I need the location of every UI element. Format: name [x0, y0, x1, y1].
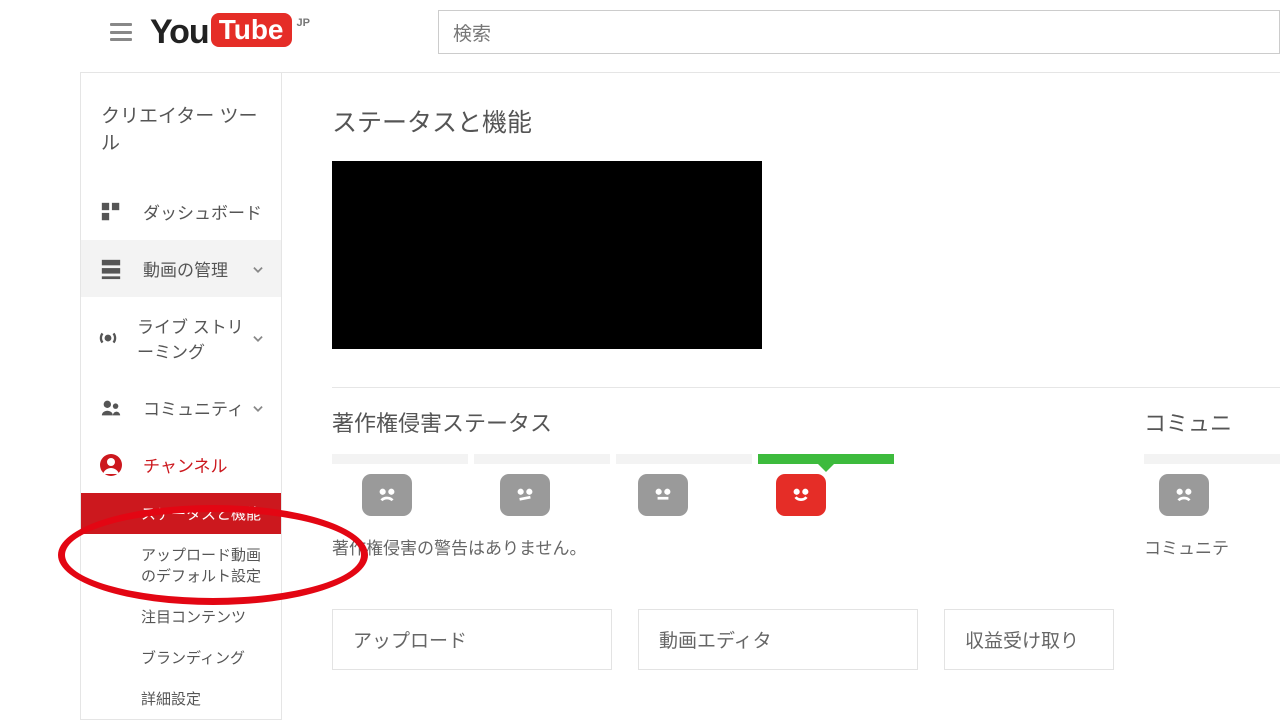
status-faces	[362, 474, 894, 516]
sidebar-item-label: コミュニティ	[143, 395, 244, 420]
community-meter	[1144, 454, 1280, 464]
copyright-meter	[332, 454, 894, 464]
feature-card-editor[interactable]: 動画エディタ	[638, 609, 918, 670]
sad-face-icon	[1159, 474, 1209, 516]
live-icon	[97, 326, 119, 350]
chevron-down-icon	[251, 331, 265, 345]
sidebar-title: クリエイター ツール	[81, 89, 281, 183]
neutral-face-icon	[638, 474, 688, 516]
search-placeholder: 検索	[453, 19, 491, 46]
logo-region: JP	[297, 17, 310, 29]
community-note: コミュニテ	[1144, 534, 1280, 559]
channel-thumbnail-redacted	[332, 161, 762, 349]
logo-tube: Tube	[211, 13, 292, 47]
logo-you: You	[150, 13, 209, 52]
sidebar-sub-status[interactable]: ステータスと機能	[81, 493, 281, 534]
copyright-heading: 著作権侵害ステータス	[332, 406, 894, 438]
sad-face-icon	[362, 474, 412, 516]
dashboard-icon	[97, 200, 125, 224]
sidebar-item-videos[interactable]: 動画の管理	[81, 240, 281, 297]
sidebar-item-live[interactable]: ライブ ストリーミング	[81, 297, 281, 379]
page-title: ステータスと機能	[332, 103, 1280, 139]
community-icon	[97, 396, 125, 420]
status-faces	[1159, 474, 1280, 516]
sidebar: クリエイター ツール ダッシュボード 動画の管理 ライブ ストリーミング	[80, 72, 282, 720]
sidebar-item-label: 動画の管理	[143, 256, 228, 281]
sidebar-item-label: ライブ ストリーミング	[137, 313, 251, 363]
community-heading: コミュニ	[1144, 406, 1280, 438]
sidebar-item-label: チャンネル	[143, 452, 228, 477]
feature-card-monetization[interactable]: 収益受け取り	[944, 609, 1114, 670]
sidebar-item-dashboard[interactable]: ダッシュボード	[81, 183, 281, 240]
main-panel: ステータスと機能 著作権侵害ステータス 著作権侵害の警告はありません。 コミュニ	[282, 72, 1280, 720]
menu-toggle[interactable]	[110, 23, 132, 41]
sidebar-sub-upload-defaults[interactable]: アップロード動画のデフォルト設定	[81, 534, 281, 596]
search-input[interactable]: 検索	[438, 10, 1280, 54]
sidebar-item-community[interactable]: コミュニティ	[81, 379, 281, 436]
sidebar-sub-branding[interactable]: ブランディング	[81, 637, 281, 678]
copyright-status-block: 著作権侵害ステータス 著作権侵害の警告はありません。	[332, 406, 894, 559]
feature-card-upload[interactable]: アップロード	[332, 609, 612, 670]
chevron-down-icon	[251, 262, 265, 276]
videos-icon	[97, 257, 125, 281]
neutral-face-icon	[500, 474, 550, 516]
happy-face-icon	[776, 474, 826, 516]
sidebar-item-channel[interactable]: チャンネル	[81, 436, 281, 493]
community-status-block: コミュニ コミュニテ	[1144, 406, 1280, 559]
chevron-down-icon	[251, 401, 265, 415]
youtube-logo[interactable]: You Tube JP	[150, 13, 310, 52]
copyright-note: 著作権侵害の警告はありません。	[332, 534, 894, 559]
sidebar-sub-advanced[interactable]: 詳細設定	[81, 678, 281, 719]
divider	[332, 387, 1280, 388]
channel-icon	[97, 453, 125, 477]
sidebar-sub-featured[interactable]: 注目コンテンツ	[81, 596, 281, 637]
sidebar-item-label: ダッシュボード	[143, 199, 262, 224]
